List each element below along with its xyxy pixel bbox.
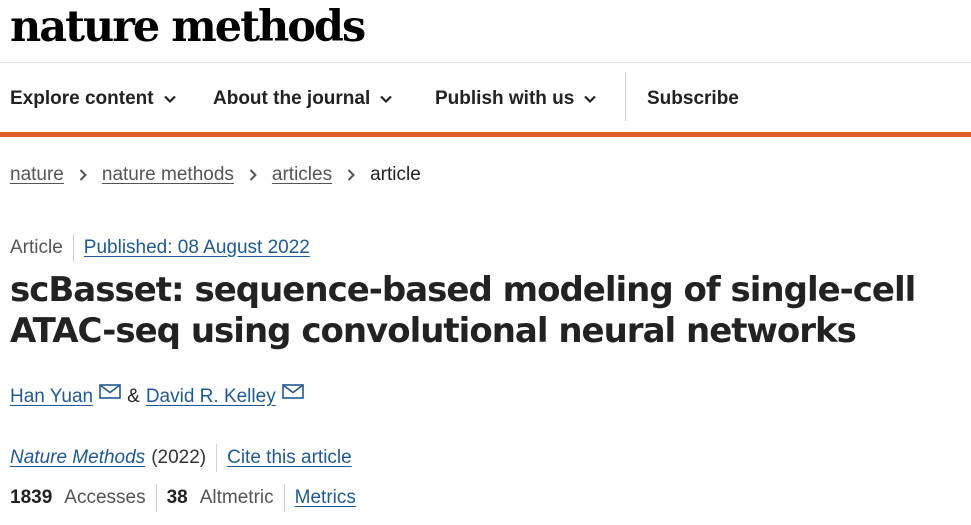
mail-icon[interactable]	[281, 383, 304, 399]
published-date-link[interactable]: Published: 08 August 2022	[84, 237, 310, 259]
site-logo[interactable]: nature methods	[10, 2, 366, 52]
nav-item-label: Publish with us	[435, 88, 575, 109]
divider	[216, 444, 218, 472]
author-david-kelley[interactable]: David R. Kelley	[146, 386, 276, 408]
chevron-down-icon	[380, 95, 393, 104]
author-list: Han Yuan & David R. Kelley	[10, 383, 304, 408]
main-nav: Explore content About the journal Publis…	[0, 63, 971, 137]
breadcrumb-articles[interactable]: articles	[272, 164, 332, 186]
article-title: scBasset: sequence-based modeling of sin…	[10, 270, 916, 351]
breadcrumb: nature nature methods articles article	[10, 164, 421, 186]
journal-link[interactable]: Nature Methods	[10, 447, 145, 469]
divider	[283, 484, 285, 512]
cite-this-article-link[interactable]: Cite this article	[227, 447, 352, 469]
altmetric-label: Altmetric	[199, 487, 274, 508]
accesses-label: Accesses	[64, 487, 146, 508]
chevron-right-icon	[79, 169, 87, 181]
author-han-yuan[interactable]: Han Yuan	[10, 386, 93, 408]
nav-publish-with-us[interactable]: Publish with us	[435, 87, 597, 111]
chevron-down-icon	[584, 95, 597, 104]
publication-year: (2022)	[151, 447, 207, 468]
chevron-down-icon	[163, 95, 176, 104]
article-meta: Article Published: 08 August 2022	[10, 234, 310, 262]
mail-icon[interactable]	[99, 383, 121, 399]
accesses-count: 1839	[10, 487, 53, 508]
breadcrumb-nature-methods[interactable]: nature methods	[102, 164, 234, 186]
nav-about-journal[interactable]: About the journal	[213, 87, 393, 111]
article-type: Article	[10, 237, 63, 258]
nav-divider	[625, 73, 626, 121]
nav-explore-content[interactable]: Explore content	[10, 87, 177, 111]
altmetric-count: 38	[166, 487, 188, 508]
divider	[155, 484, 157, 512]
metrics-link[interactable]: Metrics	[295, 487, 356, 509]
nav-item-label: About the journal	[213, 88, 371, 109]
divider	[72, 234, 74, 262]
author-separator: &	[127, 386, 140, 407]
chevron-right-icon	[249, 169, 257, 181]
masthead: nature methods	[0, 0, 971, 63]
nav-item-label: Explore content	[10, 88, 154, 109]
article-stats: 1839 Accesses 38 Altmetric Metrics	[10, 484, 356, 512]
citation-line: Nature Methods (2022) Cite this article	[10, 444, 352, 472]
subscribe-link[interactable]: Subscribe	[647, 87, 739, 111]
breadcrumb-current: article	[370, 164, 421, 185]
chevron-right-icon	[347, 169, 356, 181]
breadcrumb-nature[interactable]: nature	[10, 164, 64, 186]
